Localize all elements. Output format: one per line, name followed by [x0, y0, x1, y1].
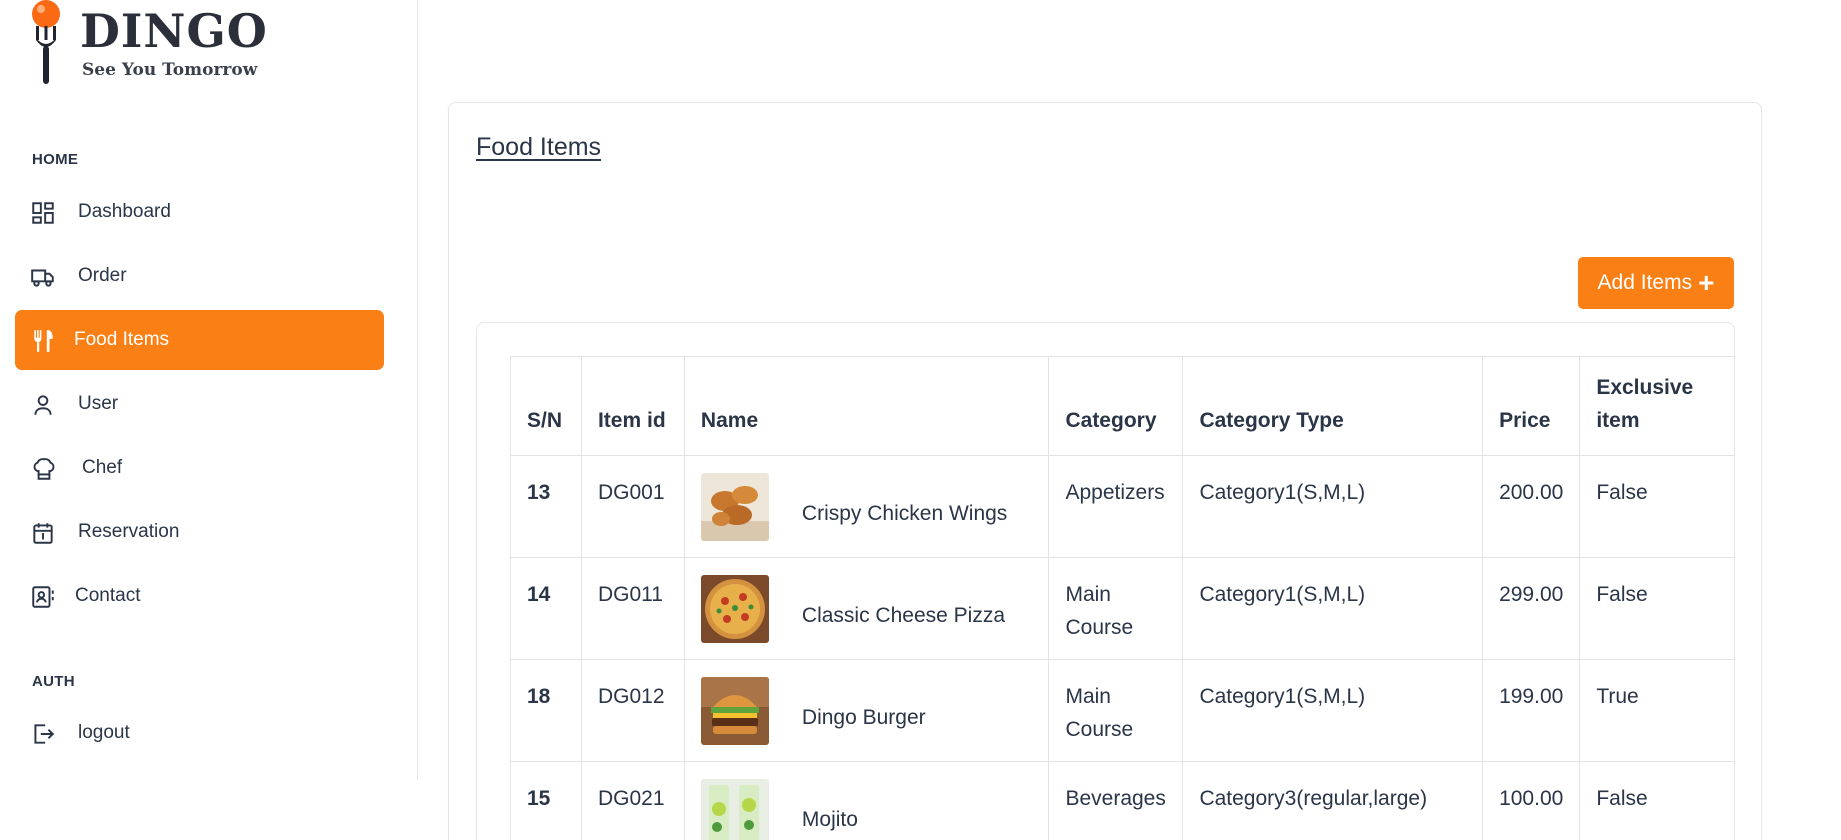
sidebar-item-contact[interactable]: Contact	[15, 566, 384, 626]
cell-sn: 18	[510, 659, 582, 762]
sidebar-item-label: Contact	[75, 585, 141, 606]
cell-category: Beverages	[1048, 761, 1184, 840]
sidebar-item-label: logout	[78, 722, 130, 743]
section-label-home: HOME	[32, 151, 79, 168]
cell-category-type: Category1(S,M,L)	[1182, 455, 1484, 558]
item-name: Dingo Burger	[801, 706, 926, 729]
table-row[interactable]: 15 DG021 Mojito Beverages Category3(regu…	[510, 761, 1734, 840]
cell-item-id: DG001	[580, 455, 685, 558]
add-items-button[interactable]: Add Items +	[1578, 257, 1734, 309]
chicken-wings-image	[700, 473, 769, 541]
sidebar-item-reservation[interactable]: Reservation	[15, 502, 384, 562]
sidebar-item-user[interactable]: User	[15, 374, 384, 434]
cell-price: 100.00	[1482, 761, 1581, 840]
table-row[interactable]: 14 DG011 Classic Cheese Pizza Main Cours…	[510, 557, 1734, 660]
cell-sn: 13	[510, 455, 582, 558]
column-header-price: Price	[1482, 356, 1581, 456]
sidebar-item-logout[interactable]: logout	[15, 703, 384, 763]
cell-price: 200.00	[1482, 455, 1581, 558]
truck-icon	[30, 264, 56, 290]
cell-exclusive: False	[1579, 455, 1734, 558]
food-items-table-container[interactable]: S/N Item id Name Category Category Type …	[476, 322, 1735, 840]
cell-category-type: Category3(regular,large)	[1182, 761, 1484, 840]
cell-item-id: DG012	[580, 659, 685, 762]
fork-knife-icon	[30, 328, 56, 354]
cell-category: Main Course	[1048, 659, 1184, 762]
chef-hat-icon	[31, 456, 57, 482]
sidebar-item-label: Food Items	[74, 329, 170, 350]
cell-price: 199.00	[1482, 659, 1581, 762]
table-row[interactable]: 13 DG001 Crispy Chicken Wings Appetizers…	[510, 455, 1734, 558]
column-header-category: Category	[1048, 356, 1184, 456]
cell-name: Mojito	[683, 761, 1050, 840]
cell-category: Appetizers	[1048, 455, 1184, 558]
calendar-icon	[30, 520, 56, 546]
cell-exclusive: True	[1579, 659, 1734, 762]
item-name: Mojito	[801, 808, 858, 831]
sidebar-item-dashboard[interactable]: Dashboard	[15, 182, 384, 242]
sidebar-item-order[interactable]: Order	[15, 246, 384, 306]
item-name: Classic Cheese Pizza	[801, 604, 1006, 627]
cell-item-id: DG011	[580, 557, 685, 660]
brand-tagline: See You Tomorrow	[82, 60, 258, 80]
fork-balloon-logo-icon	[32, 0, 60, 84]
sidebar-item-label: Reservation	[78, 521, 180, 542]
table-row[interactable]: 18 DG012 Dingo Burger Main Course Catego…	[510, 659, 1734, 762]
mojito-image	[700, 779, 769, 840]
sidebar-item-label: User	[78, 393, 119, 414]
cell-exclusive: False	[1579, 557, 1734, 660]
cell-price: 299.00	[1482, 557, 1581, 660]
user-icon	[30, 392, 56, 418]
cell-sn: 15	[510, 761, 582, 840]
section-label-auth: AUTH	[32, 673, 75, 690]
cell-name: Dingo Burger	[683, 659, 1050, 762]
brand-name: DINGO	[80, 4, 268, 58]
logout-icon	[30, 721, 56, 747]
cell-name: Classic Cheese Pizza	[683, 557, 1050, 660]
sidebar-item-food-items[interactable]: Food Items	[15, 310, 384, 370]
table-header-row: S/N Item id Name Category Category Type …	[510, 356, 1734, 456]
brand-logo[interactable]: DINGO See You Tomorrow	[26, 0, 268, 92]
cell-category-type: Category1(S,M,L)	[1182, 557, 1484, 660]
sidebar-item-label: Dashboard	[78, 201, 171, 222]
burger-image	[700, 677, 769, 745]
food-items-table: S/N Item id Name Category Category Type …	[510, 356, 1734, 840]
column-header-name: Name	[683, 356, 1050, 456]
add-items-label: Add Items	[1597, 271, 1693, 294]
column-header-exclusive-item: Exclusive item	[1579, 356, 1734, 456]
cell-category: Main Course	[1048, 557, 1184, 660]
item-name: Crispy Chicken Wings	[801, 502, 1008, 525]
column-header-item-id: Item id	[580, 356, 685, 456]
cell-exclusive: False	[1579, 761, 1734, 840]
cell-item-id: DG021	[580, 761, 685, 840]
column-header-sn: S/N	[510, 356, 582, 456]
sidebar-item-chef[interactable]: Chef	[15, 438, 384, 498]
sidebar: DINGO See You Tomorrow HOME Dashboard Or…	[0, 0, 418, 780]
contact-icon	[30, 584, 56, 610]
cell-name: Crispy Chicken Wings	[683, 455, 1050, 558]
dashboard-icon	[30, 200, 56, 226]
plus-icon: +	[1698, 267, 1715, 298]
cell-category-type: Category1(S,M,L)	[1182, 659, 1484, 762]
sidebar-item-label: Order	[78, 265, 127, 286]
pizza-image	[700, 575, 769, 643]
column-header-category-type: Category Type	[1182, 356, 1484, 456]
cell-sn: 14	[510, 557, 582, 660]
page-title[interactable]: Food Items	[476, 133, 601, 162]
food-items-card: Food Items Add Items + S/N Item id Name …	[448, 102, 1762, 840]
sidebar-item-label: Chef	[82, 457, 123, 478]
